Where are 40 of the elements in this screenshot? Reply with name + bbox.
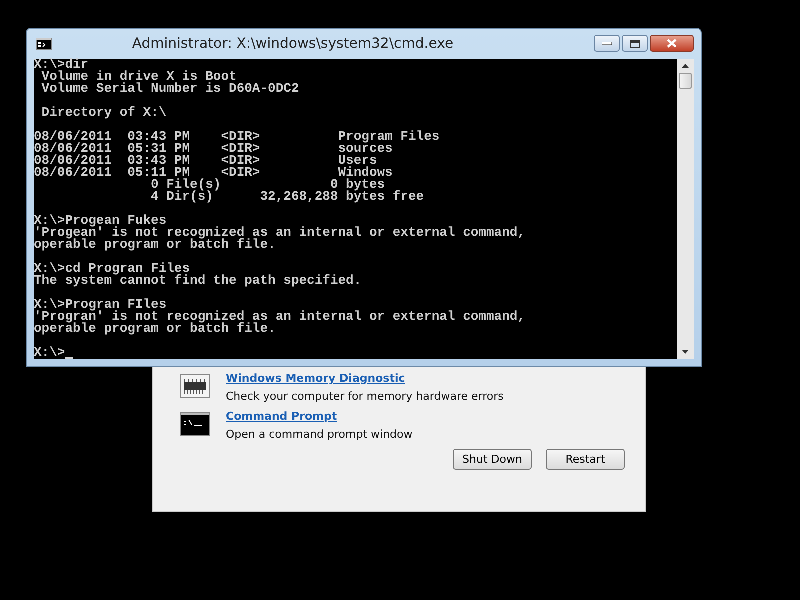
dialog-button[interactable]: Shut Down	[453, 449, 532, 470]
close-icon	[667, 39, 677, 48]
console-line: 08/06/2011 05:31 PM <DIR> sources	[34, 143, 394, 155]
console-line: operable program or batch file.	[34, 323, 277, 335]
console-line: Directory of X:\	[40, 107, 168, 119]
console-line: 'Progean' is not recognized as an internal or external command,	[34, 227, 526, 239]
scroll-down-icon	[682, 350, 689, 354]
console-line: The system cannot find the path specified.	[34, 275, 363, 287]
console-line: 'Progran' is not recognized as an internal or external command,	[34, 311, 526, 323]
console-prompt: X:\>	[34, 347, 66, 359]
text-cursor	[65, 357, 74, 359]
console-line: 08/06/2011 05:11 PM <DIR> Windows	[34, 167, 394, 179]
console-line: 08/06/2011 03:43 PM <DIR> Users	[34, 155, 378, 167]
console-line: 08/06/2011 03:43 PM <DIR> Program Files	[34, 131, 441, 143]
scroll-up-icon	[682, 64, 689, 68]
console-icon	[36, 38, 52, 50]
console-icon	[180, 412, 210, 436]
scrollbar[interactable]	[677, 59, 694, 359]
scroll-thumb[interactable]	[679, 73, 692, 89]
console-line: 0 File(s) 0 bytes	[150, 179, 386, 191]
option-link[interactable]: Command Prompt	[226, 410, 413, 423]
console-line: Volume in drive X is Boot	[40, 71, 237, 83]
option-description: Open a command prompt window	[226, 428, 413, 441]
console-line: X:\>Progean Fukes	[34, 215, 168, 227]
console-line: operable program or batch file.	[34, 239, 277, 251]
option-link[interactable]: Windows Memory Diagnostic	[226, 372, 504, 385]
minimize-icon	[602, 42, 612, 46]
minimize-button[interactable]	[594, 35, 620, 52]
maximize-icon	[630, 40, 640, 48]
memory-chip-icon	[180, 374, 210, 398]
console-line: X:\>dir	[34, 59, 90, 71]
window-title: Administrator: X:\windows\system32\cmd.exe	[131, 36, 455, 52]
maximize-button[interactable]	[622, 35, 648, 52]
dialog-button[interactable]: Restart	[546, 449, 625, 470]
option-description: Check your computer for memory hardware errors	[226, 390, 504, 403]
console-line: X:\>cd Progran Files	[34, 263, 190, 275]
console-line: Volume Serial Number is D60A-0DC2	[40, 83, 300, 95]
close-button[interactable]	[650, 35, 694, 52]
console-line: 4 Dir(s) 32,268,288 bytes free	[150, 191, 426, 203]
console-line: X:\>Progran FIles	[34, 299, 168, 311]
